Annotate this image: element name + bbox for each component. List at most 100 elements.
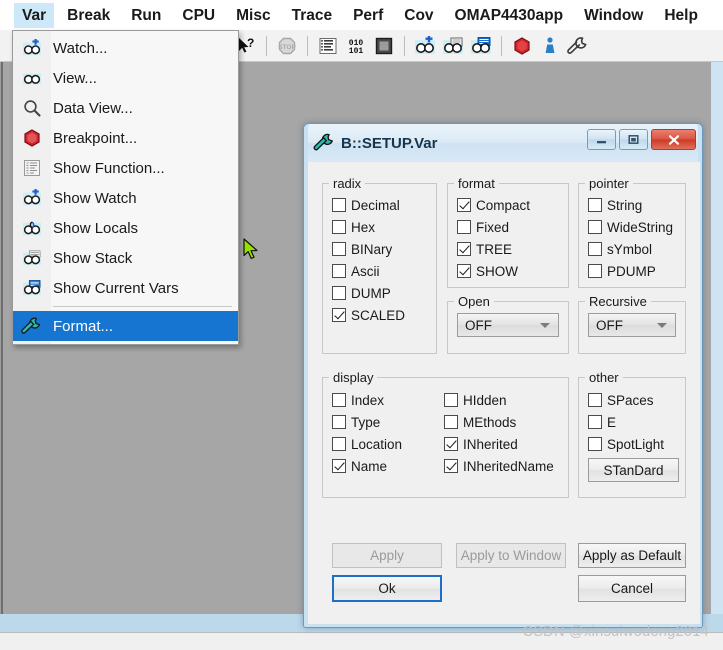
- checkbox-compact[interactable]: Compact: [457, 194, 568, 216]
- checkbox-box: [588, 393, 602, 407]
- menu-trace[interactable]: Trace: [284, 3, 341, 28]
- checkbox-symbol[interactable]: sYmbol: [588, 238, 685, 260]
- cancel-button[interactable]: Cancel: [578, 575, 686, 602]
- checkbox-fixed[interactable]: Fixed: [457, 216, 568, 238]
- checkbox-tree[interactable]: TREE: [457, 238, 568, 260]
- show-current-vars-icon[interactable]: [469, 34, 493, 58]
- checkbox-label: E: [607, 414, 617, 430]
- menu-var[interactable]: Var: [14, 2, 55, 28]
- apply-as-default-button[interactable]: Apply as Default: [578, 543, 686, 568]
- menu-item-show-locals[interactable]: Show Locals: [13, 213, 238, 243]
- checkbox-spaces[interactable]: SPaces: [588, 389, 685, 411]
- checkbox-label: HIdden: [463, 392, 507, 408]
- menu-perf[interactable]: Perf: [345, 3, 391, 28]
- dialog-title-bar[interactable]: B::SETUP.Var: [304, 124, 702, 162]
- checkbox-name[interactable]: Name: [332, 455, 444, 477]
- menu-item-label: Show Locals: [53, 219, 139, 237]
- checkbox-string[interactable]: String: [588, 194, 685, 216]
- checkbox-pdump[interactable]: PDUMP: [588, 260, 685, 282]
- close-button[interactable]: [651, 129, 696, 150]
- menu-item-format[interactable]: Format...: [13, 311, 238, 341]
- menu-item-watch[interactable]: Watch...: [13, 33, 238, 63]
- open-select[interactable]: OFF: [457, 313, 559, 337]
- info-icon[interactable]: [538, 34, 562, 58]
- menu-run[interactable]: Run: [123, 3, 169, 28]
- menu-cov[interactable]: Cov: [396, 3, 441, 28]
- list-icon[interactable]: [316, 34, 340, 58]
- checkbox-show[interactable]: SHOW: [457, 260, 568, 282]
- menu-help[interactable]: Help: [656, 3, 706, 28]
- checkbox-inheritedname[interactable]: INheritedName: [444, 455, 564, 477]
- svg-text:?: ?: [247, 36, 254, 50]
- maximize-button[interactable]: [619, 129, 648, 150]
- menu-item-label: Watch...: [53, 39, 108, 57]
- menu-cpu[interactable]: CPU: [174, 3, 223, 28]
- apply-button[interactable]: Apply: [332, 543, 442, 568]
- checkbox-label: INheritedName: [463, 458, 554, 474]
- menu-item-breakpoint[interactable]: Breakpoint...: [13, 123, 238, 153]
- menu-break[interactable]: Break: [59, 3, 118, 28]
- standard-button[interactable]: STanDard: [588, 458, 679, 482]
- menu-item-data-view[interactable]: Data View...: [13, 93, 238, 123]
- svg-text:101: 101: [349, 47, 364, 56]
- group-display-legend: display: [333, 370, 374, 385]
- apply-to-window-button[interactable]: Apply to Window: [456, 543, 566, 568]
- checkbox-box: [444, 459, 458, 473]
- ok-button[interactable]: Ok: [332, 575, 442, 602]
- checkbox-hidden[interactable]: HIdden: [444, 389, 564, 411]
- checkbox-label: String: [607, 197, 643, 213]
- checkbox-label: INherited: [463, 436, 518, 452]
- checkbox-dump[interactable]: DUMP: [332, 282, 436, 304]
- menu-item-label: Show Stack: [53, 249, 133, 267]
- binary-010-101-icon[interactable]: 010 101: [344, 34, 368, 58]
- menu-omap4430app[interactable]: OMAP4430app: [447, 3, 572, 28]
- menu-item-label: Format...: [53, 317, 114, 335]
- window-controls: [587, 129, 696, 150]
- current-vars-icon: [17, 276, 47, 300]
- dialog-title: B::SETUP.Var: [341, 134, 438, 152]
- checkbox-widestring[interactable]: WideString: [588, 216, 685, 238]
- menu-item-view[interactable]: View...: [13, 63, 238, 93]
- menu-item-show-current-vars[interactable]: Show Current Vars: [13, 273, 238, 303]
- var-dropdown-menu: Watch... View... Data View... Breakpoint…: [12, 30, 239, 345]
- menu-item-show-watch[interactable]: Show Watch: [13, 183, 238, 213]
- view-icon[interactable]: [441, 34, 465, 58]
- checkbox-e[interactable]: E: [588, 411, 685, 433]
- chip-icon[interactable]: [372, 34, 396, 58]
- menu-item-show-stack[interactable]: Show Stack: [13, 243, 238, 273]
- menu-misc[interactable]: Misc: [228, 3, 278, 28]
- menu-item-label: Show Watch: [53, 189, 137, 207]
- breakpoint-icon[interactable]: [510, 34, 534, 58]
- checkbox-binary[interactable]: BINary: [332, 238, 436, 260]
- checkbox-box: [457, 242, 471, 256]
- checkbox-inherited[interactable]: INherited: [444, 433, 564, 455]
- wrench-icon[interactable]: [566, 34, 590, 58]
- magnifier-icon: [17, 96, 47, 120]
- checkbox-hex[interactable]: Hex: [332, 216, 436, 238]
- checkbox-box: [588, 242, 602, 256]
- menu-item-label: Show Current Vars: [53, 279, 179, 297]
- stop-icon[interactable]: STOP: [275, 34, 299, 58]
- checkbox-type[interactable]: Type: [332, 411, 444, 433]
- recursive-select-value: OFF: [596, 317, 623, 333]
- checkbox-scaled[interactable]: SCALED: [332, 304, 436, 326]
- checkbox-decimal[interactable]: Decimal: [332, 194, 436, 216]
- checkbox-box: [588, 220, 602, 234]
- recursive-select[interactable]: OFF: [588, 313, 676, 337]
- checkbox-methods[interactable]: MEthods: [444, 411, 564, 433]
- checkbox-box: [588, 198, 602, 212]
- stack-icon: [17, 246, 47, 270]
- checkbox-location[interactable]: Location: [332, 433, 444, 455]
- checkbox-index[interactable]: Index: [332, 389, 444, 411]
- checkbox-label: Name: [351, 458, 388, 474]
- watch-add-icon[interactable]: [413, 34, 437, 58]
- checkbox-label: TREE: [476, 241, 513, 257]
- checkbox-box: [444, 393, 458, 407]
- checkbox-ascii[interactable]: Ascii: [332, 260, 436, 282]
- menu-item-show-function[interactable]: Show Function...: [13, 153, 238, 183]
- checkbox-spotlight[interactable]: SpotLight: [588, 433, 685, 455]
- minimize-button[interactable]: [587, 129, 616, 150]
- group-recursive-legend: Recursive: [589, 294, 647, 309]
- menu-window[interactable]: Window: [576, 3, 651, 28]
- checkbox-label: Decimal: [351, 197, 400, 213]
